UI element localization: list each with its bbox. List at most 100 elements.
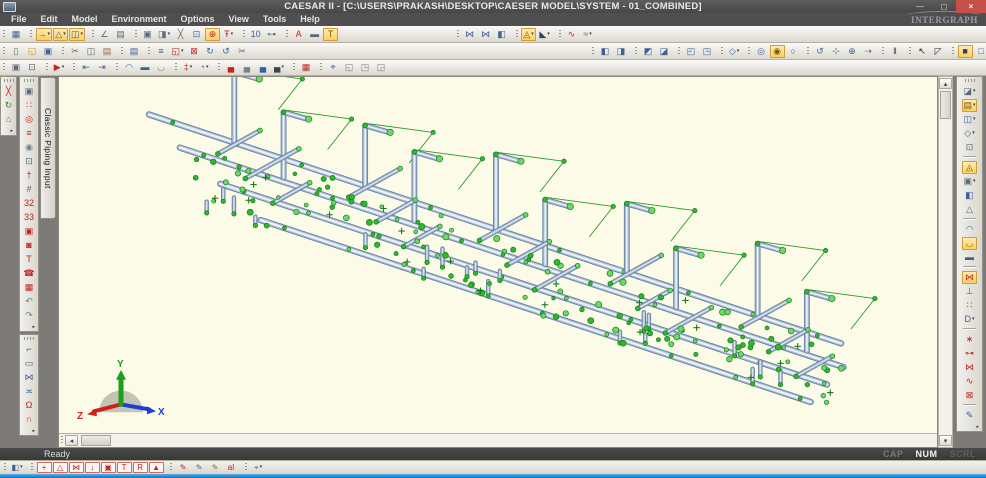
vertical-scroll-thumb[interactable] — [940, 91, 951, 119]
node-check[interactable]: ∷ — [22, 99, 37, 112]
temperature-dropdown[interactable]: ▾ — [190, 65, 193, 70]
restraint-symbols[interactable]: ◬ — [962, 161, 977, 174]
grid-display[interactable]: ▦ — [22, 281, 37, 294]
lock-key[interactable]: ⊶ — [264, 28, 279, 41]
global-coordinates[interactable]: ⊕ — [205, 28, 220, 41]
volume-view[interactable]: ◧ — [962, 189, 977, 202]
menu-item-file[interactable]: File — [4, 13, 34, 26]
wave-display[interactable]: ◡ — [962, 237, 977, 250]
window-tile-2[interactable]: ◳ — [358, 61, 373, 74]
hanger-design-dropdown[interactable]: ▾ — [547, 32, 550, 37]
save-file[interactable]: ▣ — [41, 45, 56, 58]
spring-select[interactable]: ≈▾ — [580, 28, 595, 41]
restraint-display[interactable]: △▾ — [53, 28, 68, 41]
insert-camera[interactable]: ▣ — [101, 462, 116, 473]
load-case-red[interactable]: ▄ — [224, 61, 239, 74]
plot-report-dropdown[interactable]: ▾ — [973, 89, 976, 94]
spectrum-wave[interactable]: ∿ — [564, 28, 579, 41]
support-call[interactable]: ☎ — [22, 267, 37, 280]
node-id-display[interactable]: ◫▾ — [962, 113, 977, 126]
flange-check[interactable]: ◧ — [494, 28, 509, 41]
restore-button[interactable]: ◻ — [932, 0, 956, 13]
exit-input[interactable]: ╳ — [1, 85, 16, 98]
zoom-out[interactable]: ○ — [786, 45, 801, 58]
screenshot-camera[interactable]: ▣ — [9, 61, 24, 74]
markup-pen-red[interactable]: ✎ — [176, 462, 191, 473]
menu-item-view[interactable]: View — [222, 13, 256, 26]
buried-pipe[interactable]: ▬ — [138, 61, 153, 74]
view-cube-dropdown[interactable]: ▾ — [20, 465, 23, 470]
zoom-extents[interactable]: ◉ — [770, 45, 785, 58]
video-record-dropdown[interactable]: ▾ — [62, 65, 65, 70]
tools-utility[interactable]: † — [22, 169, 37, 182]
insert-valve[interactable]: ⋈ — [69, 462, 84, 473]
markup-text[interactable]: aI — [224, 462, 239, 473]
scroll-up-button[interactable]: ▴ — [939, 78, 952, 89]
cut[interactable]: ✂ — [68, 45, 83, 58]
menu-item-model[interactable]: Model — [65, 13, 105, 26]
markup-pen-gray[interactable]: ✎ — [192, 462, 207, 473]
select-box[interactable]: ◸ — [931, 45, 946, 58]
window-tile-1[interactable]: ◱ — [342, 61, 357, 74]
valve-pair[interactable]: ⋈ — [962, 361, 977, 374]
scroll-down-button[interactable]: ▾ — [939, 435, 952, 446]
insert-flow-arrow[interactable]: ↓ — [85, 462, 100, 473]
support-bench[interactable]: ▬ — [962, 251, 977, 264]
view-iso-1[interactable]: ◰ — [684, 45, 699, 58]
mouse-mode[interactable]: ⌖ — [326, 61, 341, 74]
piping-model[interactable]: YXZ — [59, 77, 937, 433]
piping-sheet[interactable]: ▣ — [22, 85, 37, 98]
duplicate-element-dropdown[interactable]: ▾ — [168, 32, 171, 37]
link-elements[interactable]: ⊶ — [962, 347, 977, 360]
front-back-view[interactable]: ‖ — [888, 45, 903, 58]
view-orientation-dropdown[interactable]: ▾ — [737, 49, 740, 54]
node-list-b[interactable]: 33 — [22, 211, 37, 224]
node-range[interactable]: 10 — [248, 28, 263, 41]
node-list-a[interactable]: 32 — [22, 197, 37, 210]
visibility-eye[interactable]: ◉ — [22, 141, 37, 154]
pipe-flange[interactable]: ≍ — [22, 385, 37, 398]
minimize-button[interactable]: — — [908, 0, 932, 13]
rotate-model[interactable]: ↺ — [219, 45, 234, 58]
target-node[interactable]: ◎ — [22, 113, 37, 126]
node-id-display-dropdown[interactable]: ▾ — [973, 117, 976, 122]
copy[interactable]: ◫ — [84, 45, 99, 58]
markup-pen-gold[interactable]: ✎ — [208, 462, 223, 473]
model-canvas[interactable]: YXZ ◂ — [58, 76, 938, 448]
view-front[interactable]: ◪ — [657, 45, 672, 58]
worksheet-grid[interactable]: ▦ — [9, 28, 24, 41]
annotate-pen[interactable]: ✎ — [962, 409, 977, 422]
classic-piping-input-tab[interactable]: Classic Piping Input — [40, 77, 56, 219]
diameter-select[interactable]: D▾ — [962, 313, 977, 326]
monitor-capture[interactable]: ⊡ — [25, 61, 40, 74]
hanger-design[interactable]: ◣▾ — [537, 28, 552, 41]
archive-lock[interactable]: ⌂ — [1, 113, 16, 126]
select-cursor[interactable]: ↖ — [915, 45, 930, 58]
load-case-gray[interactable]: ▄ — [240, 61, 255, 74]
find-node[interactable]: ⊡ — [189, 28, 204, 41]
load-case-blue[interactable]: ▄ — [256, 61, 271, 74]
lcd-counter[interactable]: ▦ — [299, 61, 314, 74]
close-button[interactable]: × — [956, 0, 986, 13]
soil-profile[interactable]: ◠ — [962, 223, 977, 236]
insert-support[interactable]: ▲ — [149, 462, 164, 473]
temperature[interactable]: ‡▾ — [181, 61, 196, 74]
menu-item-edit[interactable]: Edit — [34, 13, 65, 26]
mouse-settings[interactable]: ⌖▾ — [251, 462, 266, 473]
insert-bend[interactable]: △ — [53, 462, 68, 473]
annotation-notes[interactable]: ▤▾ — [962, 99, 977, 112]
node-numbers-toggle[interactable]: ◫▾ — [69, 28, 85, 41]
node-numbers-toggle-dropdown[interactable]: ▾ — [81, 32, 84, 37]
anchor-restraint-dropdown[interactable]: ▾ — [531, 32, 534, 37]
valve-close[interactable]: ⋈ — [478, 28, 493, 41]
new-file[interactable]: ▯ — [9, 45, 24, 58]
menu-item-help[interactable]: Help — [293, 13, 327, 26]
plot-report[interactable]: ◪▾ — [962, 85, 977, 98]
distance-measure[interactable]: Ŧ▾ — [221, 28, 236, 41]
review-screen[interactable]: ⊠ — [962, 389, 977, 402]
model-viewport[interactable]: YXZ — [59, 77, 937, 433]
snapshot-dropdown[interactable]: ▾ — [973, 179, 976, 184]
node-increment-dropdown[interactable]: ▾ — [48, 32, 51, 37]
pan[interactable]: ⊹ — [829, 45, 844, 58]
soil-model[interactable]: ◠ — [122, 61, 137, 74]
